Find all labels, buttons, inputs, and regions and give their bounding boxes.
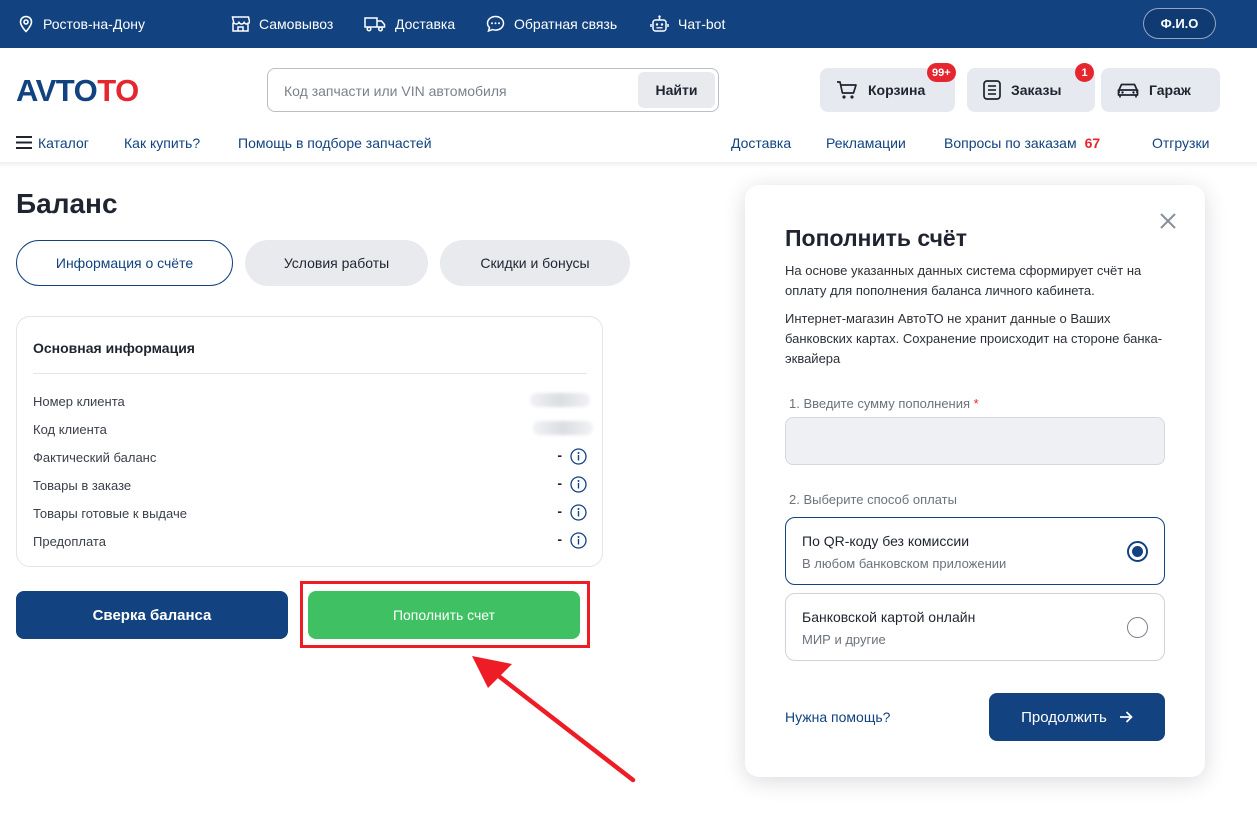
payment-option-qr[interactable]: По QR-коду без комиссии В любом банковск… [785, 517, 1165, 585]
info-row-label: Номер клиента [33, 394, 125, 409]
orders-label: Заказы [1011, 82, 1062, 98]
catalog-label: Каталог [38, 135, 89, 151]
info-row-label: Товары в заказе [33, 478, 132, 493]
page-title: Баланс [16, 188, 118, 219]
blurred-value [530, 393, 590, 407]
search-input[interactable] [284, 81, 634, 101]
parts-help-link[interactable]: Помощь в подборе запчастей [238, 135, 432, 151]
info-row-value: - [557, 531, 562, 547]
main-info-title: Основная информация [33, 340, 195, 356]
delivery-link[interactable]: Доставка [364, 0, 455, 48]
modal-title: Пополнить счёт [785, 225, 967, 251]
delivery-label: Доставка [395, 16, 456, 32]
chatbot-link[interactable]: Чат-bot [650, 0, 725, 48]
payment-option-subtitle: В любом банковском приложении [802, 556, 1007, 571]
help-link[interactable]: Нужна помощь? [785, 709, 890, 725]
avtoto-logo[interactable]: AVTOTO [16, 77, 168, 103]
chat-bubble-icon [486, 15, 505, 33]
info-row-client-code: Код клиента [33, 419, 593, 439]
tab-work-terms[interactable]: Условия работы [245, 240, 428, 286]
hamburger-menu-icon [16, 136, 32, 149]
garage-label: Гараж [1149, 82, 1191, 98]
info-row-value: - [557, 503, 562, 519]
chatbot-label: Чат-bot [678, 16, 726, 32]
amount-input[interactable] [785, 417, 1165, 465]
garage-button[interactable]: Гараж [1101, 68, 1220, 112]
red-arrow-annotation [472, 656, 636, 783]
blurred-value [533, 421, 593, 435]
nav-delivery-link[interactable]: Доставка [731, 135, 791, 151]
info-icon[interactable] [570, 504, 587, 521]
city-selector[interactable]: Ростов-на-Дону [18, 0, 145, 48]
how-to-buy-link[interactable]: Как купить? [124, 135, 200, 151]
store-icon [231, 16, 250, 32]
search-bar: Найти [267, 68, 719, 112]
cart-icon [837, 81, 857, 99]
shipments-link[interactable]: Отгрузки [1152, 135, 1209, 151]
continue-label: Продолжить [1021, 708, 1107, 726]
info-icon[interactable] [570, 476, 587, 493]
info-row-goods-ready: Товары готовые к выдаче - [33, 503, 587, 523]
order-questions-link[interactable]: Вопросы по заказам 67 [944, 135, 1100, 151]
info-row-label: Код клиента [33, 422, 107, 437]
pickup-link[interactable]: Самовывоз [231, 0, 333, 48]
info-row-label: Фактический баланс [33, 450, 157, 465]
info-row-client-number: Номер клиента [33, 391, 590, 411]
robot-icon [650, 15, 669, 32]
orders-count-badge: 1 [1075, 63, 1094, 82]
divider [33, 373, 587, 374]
continue-button[interactable]: Продолжить [989, 693, 1165, 741]
tab-discounts-bonuses[interactable]: Скидки и бонусы [440, 240, 630, 286]
info-row-actual-balance: Фактический баланс - [33, 447, 587, 467]
modal-description: На основе указанных данных система сформ… [785, 263, 1142, 298]
info-row-prepayment: Предоплата - [33, 531, 587, 551]
feedback-label: Обратная связь [514, 16, 618, 32]
info-row-value: - [557, 475, 562, 491]
nav-divider [0, 162, 1257, 168]
radio-selected[interactable] [1127, 541, 1148, 562]
highlight-frame [300, 581, 590, 648]
city-label: Ростов-на-Дону [43, 16, 145, 32]
car-icon [1117, 83, 1139, 98]
info-row-value: - [557, 447, 562, 463]
modal-security-note: Интернет-магазин АвтоТО не хранит данные… [785, 311, 1163, 366]
payment-method-label: 2. Выберите способ оплаты [789, 492, 957, 507]
required-marker: * [973, 396, 979, 411]
order-questions-count: 67 [1084, 135, 1101, 151]
topup-modal: Пополнить счёт На основе указанных данны… [745, 185, 1205, 777]
payment-option-subtitle: МИР и другие [802, 632, 886, 647]
amount-label: 1. Введите сумму пополнения * [789, 396, 979, 411]
search-button[interactable]: Найти [638, 72, 715, 108]
reconcile-balance-button[interactable]: Сверка баланса [16, 591, 288, 639]
catalog-menu[interactable]: Каталог [16, 135, 89, 151]
pickup-label: Самовывоз [259, 16, 334, 32]
info-icon[interactable] [570, 532, 587, 549]
truck-icon [364, 17, 386, 32]
payment-option-title: Банковской картой онлайн [802, 609, 976, 625]
main-info-card: Основная информация Номер клиента Код кл… [16, 316, 603, 567]
radio-unselected[interactable] [1127, 617, 1148, 638]
info-row-goods-in-order: Товары в заказе - [33, 475, 587, 495]
top-bar: Ростов-на-Дону Самовывоз Доставка Обратн… [0, 0, 1257, 48]
info-row-label: Предоплата [33, 534, 106, 549]
user-profile-button[interactable]: Ф.И.О [1143, 8, 1216, 39]
amount-label-text: 1. Введите сумму пополнения [789, 396, 971, 411]
cart-count-badge: 99+ [927, 63, 956, 82]
info-row-label: Товары готовые к выдаче [33, 506, 187, 521]
feedback-link[interactable]: Обратная связь [486, 0, 617, 48]
orders-list-icon [983, 80, 1001, 100]
location-pin-icon [19, 15, 33, 33]
tab-account-info[interactable]: Информация о счёте [16, 240, 233, 286]
arrow-right-icon [1119, 711, 1133, 723]
payment-option-title: По QR-коду без комиссии [802, 533, 970, 549]
claims-link[interactable]: Рекламации [826, 135, 906, 151]
svg-text:AVTOTO: AVTOTO [16, 77, 139, 103]
close-icon[interactable] [1159, 212, 1177, 230]
cart-label: Корзина [868, 82, 926, 98]
payment-option-card[interactable]: Банковской картой онлайн МИР и другие [785, 593, 1165, 661]
order-questions-label: Вопросы по заказам [944, 135, 1077, 151]
info-icon[interactable] [570, 448, 587, 465]
